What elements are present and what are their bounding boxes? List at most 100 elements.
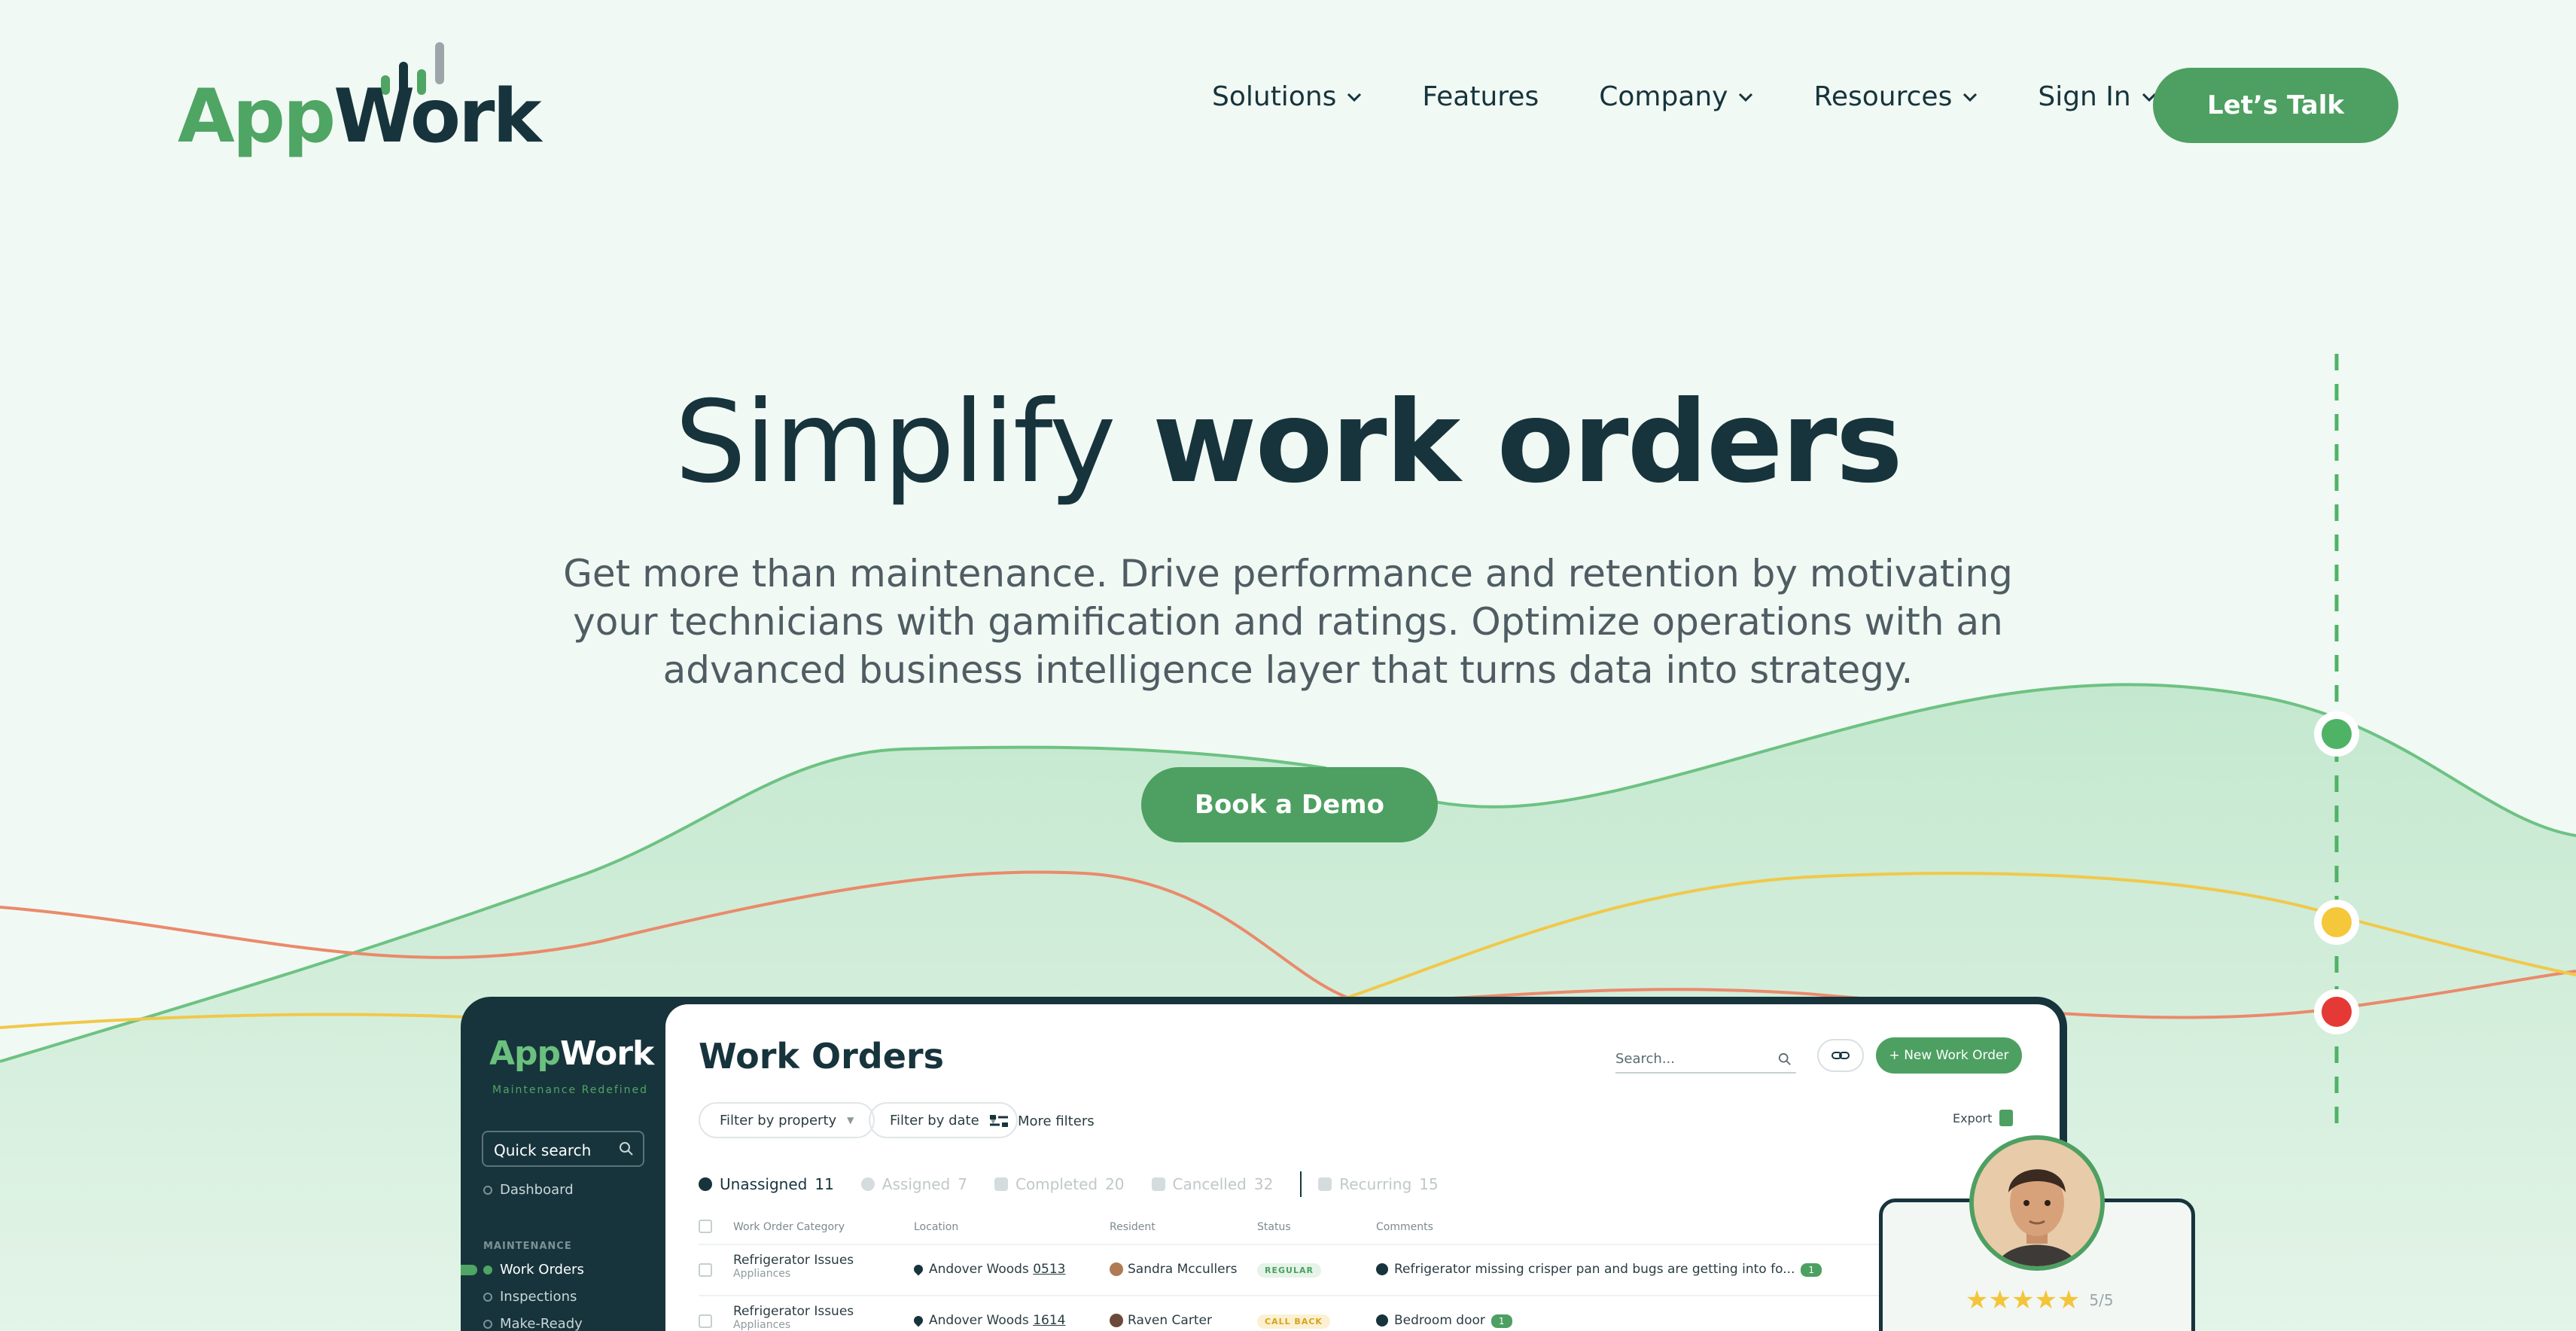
tab-assigned[interactable]: Assigned 7 (860, 1175, 967, 1193)
hero-subtitle: Get more than maintenance. Drive perform… (563, 552, 2013, 692)
link-icon (1832, 1052, 1850, 1059)
sidebar-item-work-orders[interactable]: Work Orders (483, 1262, 584, 1278)
column-header-resident[interactable]: Resident (1110, 1221, 1156, 1233)
sidebar-item-inspections[interactable]: Inspections (483, 1289, 577, 1305)
row-category-name: Refrigerator Issues (733, 1304, 854, 1319)
tab-unassigned-label: Unassigned (720, 1175, 808, 1193)
resident-avatar (1110, 1262, 1123, 1276)
row-resident: Raven Carter (1110, 1313, 1212, 1328)
more-filters-button[interactable]: More filters (989, 1113, 1095, 1129)
export-button[interactable]: Export (1953, 1110, 2014, 1126)
appwork-logo[interactable]: AppWork (178, 39, 542, 154)
user-icon (860, 1177, 875, 1191)
hero-title: Simplify work orders (0, 381, 2576, 505)
work-orders-title: Work Orders (699, 1036, 944, 1077)
dashboard-preview: AppWork Maintenance Redefined Quick sear… (461, 997, 2067, 1331)
quick-search-placeholder: Quick search (494, 1141, 592, 1159)
row-location-name: Andover Woods (929, 1262, 1029, 1277)
dashboard-sidebar: AppWork Maintenance Redefined Quick sear… (461, 997, 665, 1331)
comment-icon (1376, 1263, 1388, 1275)
dashboard-logo: AppWork (489, 1034, 654, 1073)
column-header-category[interactable]: Work Order Category (733, 1221, 845, 1233)
resident-avatar (1110, 1314, 1123, 1327)
nav-features-label: Features (1422, 81, 1539, 112)
work-order-tabs: Unassigned 11 Assigned 7 Completed 20 Ca… (699, 1171, 1466, 1197)
row-resident-name: Raven Carter (1128, 1313, 1212, 1328)
page: AppWork Solutions Features Company Resou… (0, 0, 2576, 1331)
sidebar-item-make-ready[interactable]: Make-Ready (483, 1316, 583, 1331)
row-unit-link[interactable]: 1614 (1033, 1313, 1065, 1328)
logo-work-text: Work (333, 74, 541, 160)
row-location: Andover Woods 0513 (912, 1262, 1065, 1277)
dashboard-logo-work: Work (560, 1034, 654, 1073)
row-category: Refrigerator Issues Appliances (733, 1304, 854, 1331)
filter-by-property-dropdown[interactable]: Filter by property ▼ (699, 1102, 875, 1138)
chevron-down-icon: ▼ (847, 1115, 854, 1125)
row-location: Andover Woods 1614 (912, 1313, 1065, 1328)
book-demo-button[interactable]: Book a Demo (1141, 767, 1438, 842)
row-checkbox[interactable] (699, 1263, 712, 1277)
column-header-comments[interactable]: Comments (1376, 1221, 1433, 1233)
row-category-name: Refrigerator Issues (733, 1253, 854, 1268)
new-work-order-button[interactable]: + New Work Order (1876, 1037, 2022, 1074)
copy-link-button[interactable] (1817, 1039, 1864, 1072)
tab-unassigned[interactable]: Unassigned 11 (699, 1175, 834, 1193)
location-pin-icon (912, 1314, 925, 1327)
table-header: Work Order Category Location Resident St… (699, 1217, 1993, 1239)
table-row[interactable]: Refrigerator Issues Appliances Andover W… (699, 1295, 2060, 1331)
nav-resources-label: Resources (1813, 81, 1953, 112)
quick-search-input[interactable]: Quick search (482, 1131, 644, 1167)
sidebar-section-maintenance: MAINTENANCE (483, 1241, 572, 1252)
tab-assigned-label: Assigned (882, 1175, 951, 1193)
stars-icon: ★★★★★ (1965, 1285, 2081, 1315)
chevron-down-icon (1347, 93, 1362, 102)
row-comment-text: Refrigerator missing crisper pan and bug… (1394, 1262, 1795, 1277)
export-label: Export (1953, 1110, 1993, 1125)
tab-completed-count: 20 (1105, 1175, 1125, 1193)
nav-sign-in-label: Sign In (2038, 81, 2131, 112)
select-all-checkbox[interactable] (699, 1220, 712, 1233)
sidebar-item-dashboard[interactable]: Dashboard (483, 1182, 574, 1198)
nav-company-label: Company (1599, 81, 1728, 112)
row-unit-link[interactable]: 0513 (1033, 1262, 1065, 1277)
row-status: REGULAR (1257, 1262, 1321, 1278)
table-row[interactable]: Refrigerator Issues Appliances Andover W… (699, 1244, 2060, 1293)
row-subcategory: Appliances (733, 1319, 791, 1331)
dashboard-main-panel: Work Orders Search... + New Work Order F… (665, 1004, 2060, 1331)
x-icon (1151, 1177, 1165, 1191)
user-icon (699, 1177, 712, 1191)
nav-resources[interactable]: Resources (1813, 81, 1978, 112)
dashboard-icon (483, 1185, 492, 1195)
sidebar-item-work-orders-label: Work Orders (500, 1262, 584, 1278)
tab-divider (1300, 1171, 1302, 1197)
filters-icon (990, 1115, 1008, 1127)
tab-cancelled[interactable]: Cancelled 32 (1151, 1175, 1274, 1193)
red-marker (2314, 989, 2359, 1034)
technician-portrait-icon (1974, 1140, 2100, 1266)
row-category: Refrigerator Issues Appliances (733, 1253, 854, 1280)
sidebar-item-make-ready-label: Make-Ready (500, 1316, 583, 1331)
tab-recurring[interactable]: Recurring 15 (1318, 1175, 1439, 1193)
chevron-down-icon (1963, 93, 1978, 102)
filter-by-property-label: Filter by property (720, 1112, 837, 1128)
column-header-location[interactable]: Location (914, 1221, 958, 1233)
tab-cancelled-count: 32 (1253, 1175, 1274, 1193)
nav-company[interactable]: Company (1599, 81, 1753, 112)
tab-assigned-count: 7 (958, 1175, 967, 1193)
column-header-status[interactable]: Status (1257, 1221, 1291, 1233)
row-checkbox[interactable] (699, 1314, 712, 1328)
nav-solutions[interactable]: Solutions (1212, 81, 1362, 112)
check-icon (994, 1177, 1008, 1191)
work-orders-icon (483, 1265, 492, 1275)
dashboard-logo-app: App (489, 1034, 561, 1073)
tab-completed[interactable]: Completed 20 (994, 1175, 1125, 1193)
export-file-icon (1999, 1110, 2014, 1126)
hero-title-light: Simplify (674, 377, 1116, 508)
nav-sign-in[interactable]: Sign In (2038, 81, 2156, 112)
work-orders-search-input[interactable]: Search... (1615, 1046, 1796, 1074)
dashboard-tagline: Maintenance Redefined (492, 1084, 649, 1096)
lets-talk-button[interactable]: Let’s Talk (2153, 68, 2398, 143)
status-badge: CALL BACK (1257, 1314, 1330, 1329)
row-status: CALL BACK (1257, 1313, 1330, 1329)
nav-features[interactable]: Features (1422, 81, 1539, 112)
